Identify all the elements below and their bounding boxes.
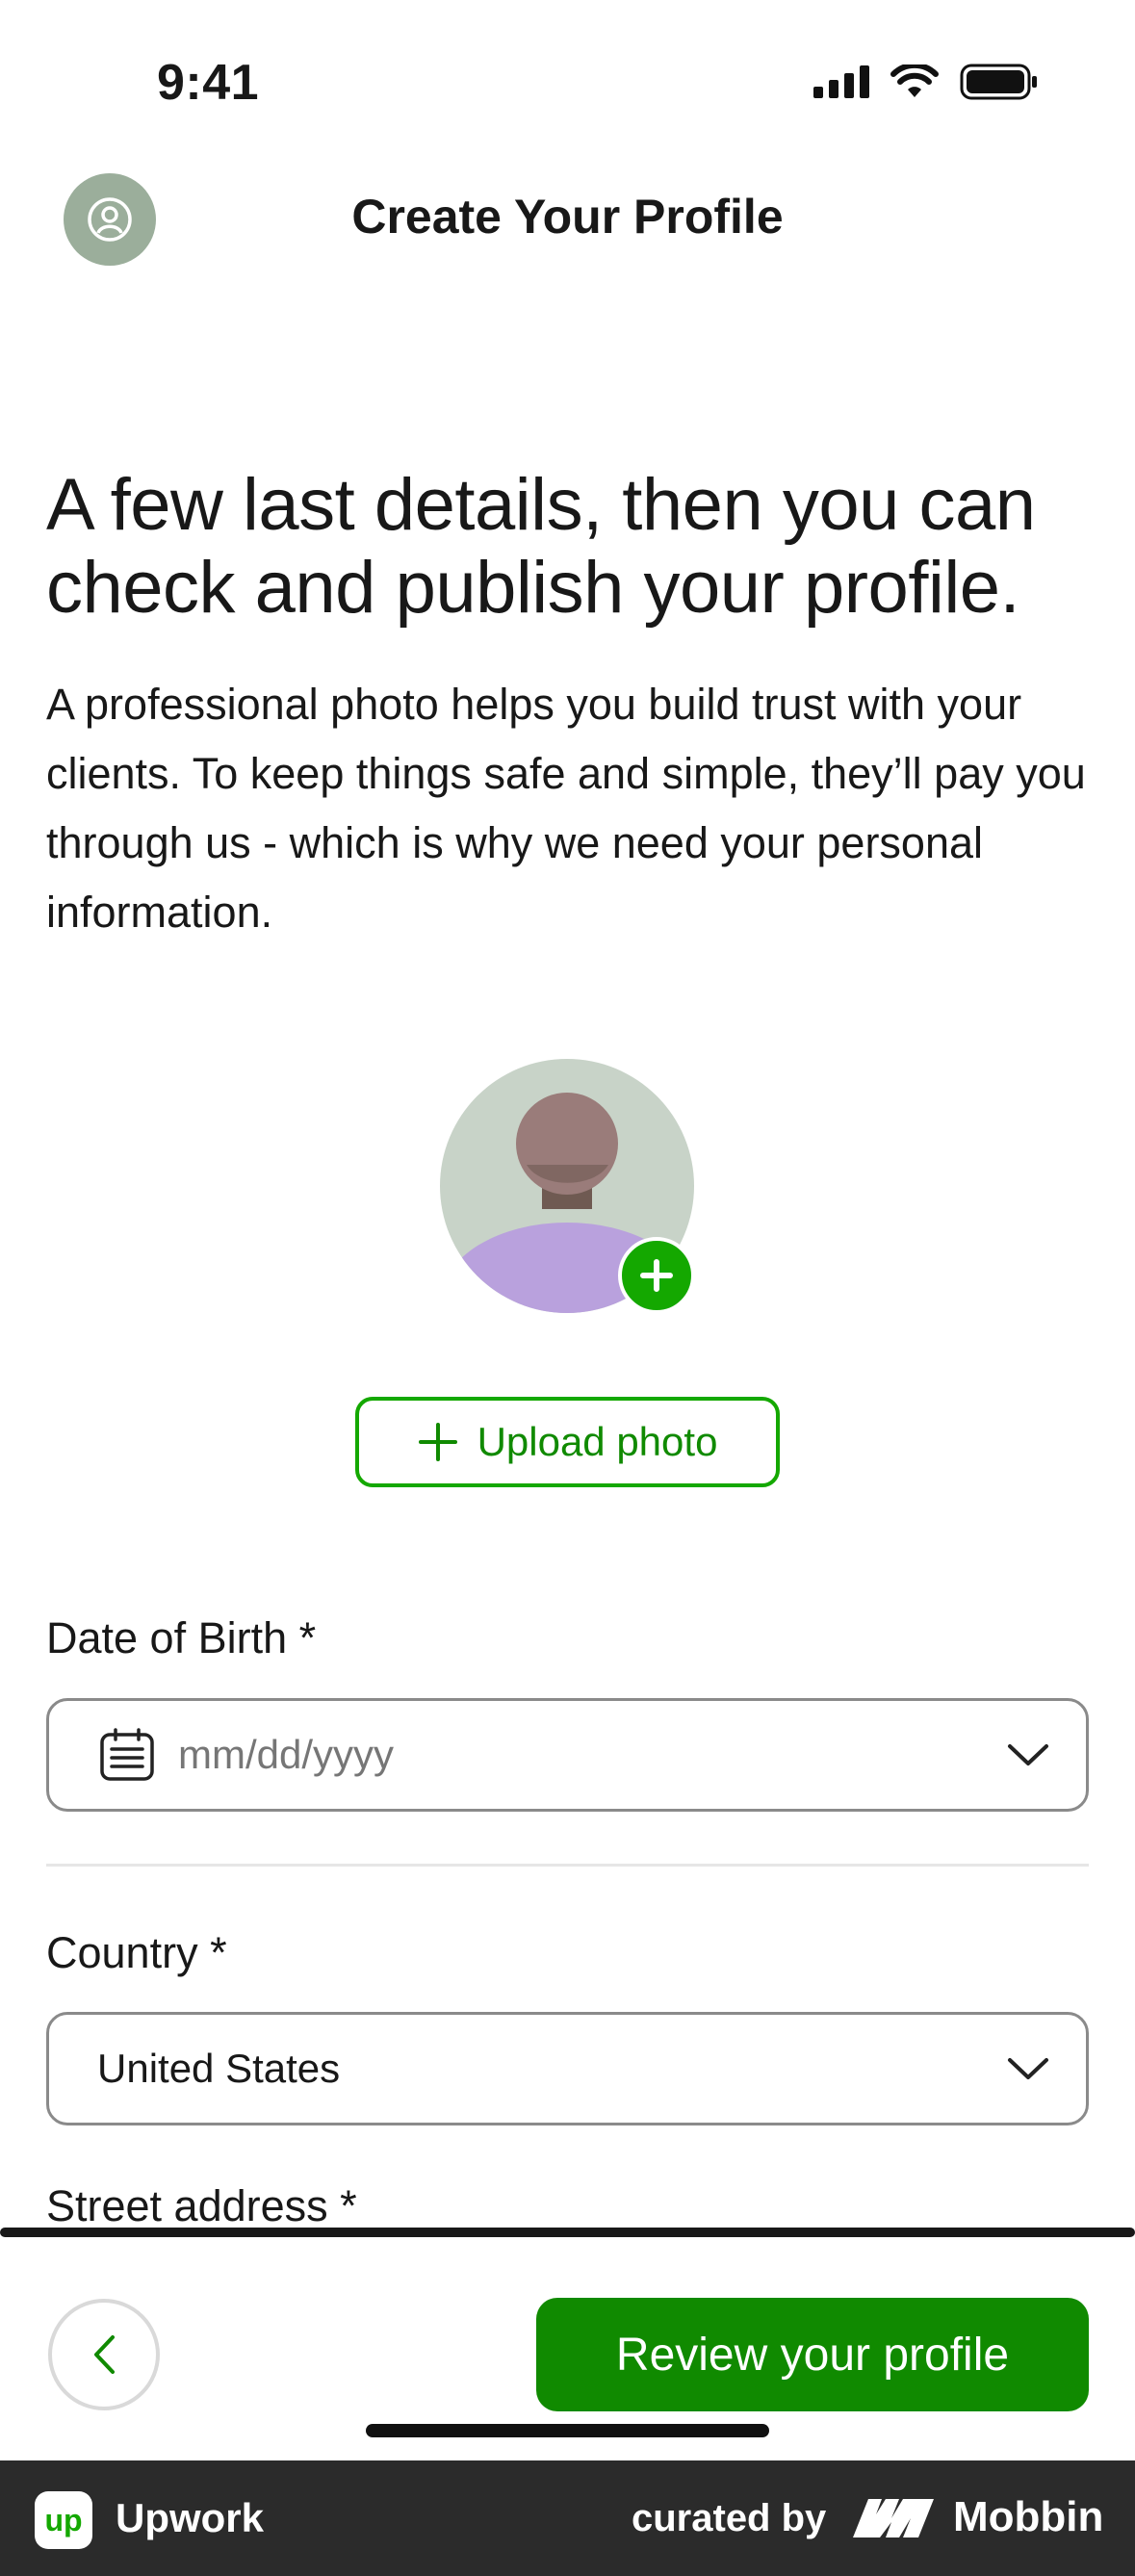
calendar-icon [100, 1728, 154, 1781]
street-label: Street address * [46, 2181, 357, 2230]
intro-paragraph: A professional photo helps you build tru… [46, 680, 1086, 937]
app-name: Upwork [116, 2495, 265, 2540]
dob-label: Date of Birth * [46, 1613, 317, 1662]
chevron-left-icon [94, 2335, 115, 2374]
country-label: Country * [46, 1928, 227, 1977]
country-select[interactable]: United States [46, 2012, 1089, 2125]
upload-photo-button[interactable]: Upload photo [355, 1397, 780, 1487]
plus-icon [418, 1423, 457, 1461]
mobbin-brand: Mobbin [953, 2493, 1104, 2540]
dob-field[interactable]: mm/dd/yyyy [46, 1698, 1089, 1812]
mobbin-logo-icon [853, 2499, 934, 2537]
country-value: United States [97, 2046, 341, 2091]
headline: A few last details, then you can check a… [46, 464, 1036, 629]
upwork-logo: up [35, 2491, 92, 2549]
signal-icon [813, 65, 869, 98]
divider [46, 1864, 1089, 1867]
upload-photo-label: Upload photo [477, 1419, 718, 1464]
home-indicator [366, 2424, 769, 2437]
chevron-down-icon [1008, 1744, 1048, 1765]
wifi-icon [890, 64, 939, 97]
chevron-down-icon [1008, 2058, 1048, 2079]
status-icons [813, 64, 1039, 100]
back-button[interactable] [48, 2299, 160, 2410]
review-profile-button[interactable]: Review your profile [536, 2298, 1089, 2411]
footer-banner: up Upwork curated by Mobbin [0, 2460, 1135, 2576]
plus-icon [640, 1259, 673, 1292]
bottom-bar-divider [0, 2228, 1135, 2237]
curated-by-label: curated by [632, 2497, 827, 2539]
page-title: Create Your Profile [351, 190, 784, 244]
add-photo-button[interactable] [618, 1237, 695, 1314]
battery-icon [960, 64, 1037, 100]
status-time: 9:41 [157, 55, 260, 111]
dob-placeholder: mm/dd/yyyy [178, 1732, 395, 1777]
